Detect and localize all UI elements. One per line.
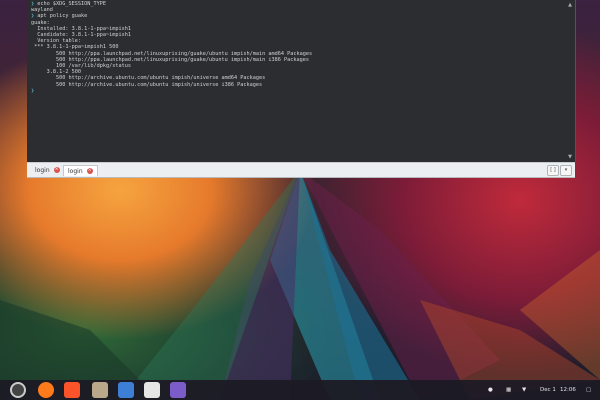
tab-login-1[interactable]: login × [31,165,64,175]
guake-terminal[interactable]: ❯ echo $XDG_SESSION_TYPE wayland ❯ apt pol… [27,0,576,162]
app-icon[interactable] [170,382,186,398]
brave-icon[interactable] [64,382,80,398]
tab-login-2[interactable]: login × [63,165,98,176]
terminal-line-text: guake: [31,19,50,26]
terminal-line-text: 500 http://archive.ubuntu.com/ubuntu imp… [31,75,266,82]
date-label[interactable]: Dec 1 [540,387,556,393]
terminal-output[interactable]: ❯ echo $XDG_SESSION_TYPE wayland ❯ apt pol… [31,1,571,94]
tab-label: login [68,167,83,175]
terminal-line-text: 500 http://ppa.launchpad.net/linuxuprisi… [31,50,313,57]
terminal-line-text: Version table: [31,38,81,45]
files-icon[interactable] [92,382,108,398]
terminal-line-text: Candidate: 3.8.1-1-ppa~impish1 [31,32,131,39]
image-viewer-icon[interactable] [144,382,160,398]
terminal-line-text: 3.8.1-2 500 [31,69,81,76]
network-icon[interactable]: ▼ [522,387,526,393]
tab-label: login [35,166,50,174]
terminal-line-text: 500 http://archive.ubuntu.com/ubuntu imp… [31,81,263,88]
taskbar: ● ▦ ▼ Dec 1 12:06 ▢ [0,380,600,400]
close-icon[interactable]: × [53,167,60,173]
terminal-line-text: Installed: 3.8.1-1-ppa~impish1 [31,25,131,32]
close-icon[interactable]: × [86,168,93,174]
menu-dropdown-button[interactable]: ▾ [560,165,572,176]
terminal-tab-bar: login × login × [ ] ▾ [27,162,575,178]
show-desktop-icon[interactable]: ▢ [586,387,591,393]
terminal-line-text: *** 3.8.1-1-ppa~impish1 500 [31,44,119,51]
terminal-line-text [34,88,37,94]
terminal-line: ❯ [31,88,571,94]
terminal-line-text: apt policy guake [34,13,88,20]
clock-label[interactable]: 12:06 [560,387,576,393]
launcher-icon[interactable] [10,382,26,398]
text-editor-icon[interactable] [118,382,134,398]
firefox-icon[interactable] [38,382,54,398]
terminal-line-text: echo $XDG_SESSION_TYPE [34,1,106,7]
scroll-up-icon[interactable]: ▲ [567,2,573,8]
scroll-down-icon[interactable]: ▼ [567,154,573,160]
chat-icon[interactable]: ● [488,387,493,393]
terminal-line-text: 500 http://ppa.launchpad.net/linuxuprisi… [31,56,309,63]
terminal-line-text: wayland [31,7,53,14]
clipboard-icon[interactable]: ▦ [506,387,511,393]
search-button[interactable]: [ ] [547,165,559,176]
terminal-line-text: 100 /var/lib/dpkg/status [31,63,131,70]
